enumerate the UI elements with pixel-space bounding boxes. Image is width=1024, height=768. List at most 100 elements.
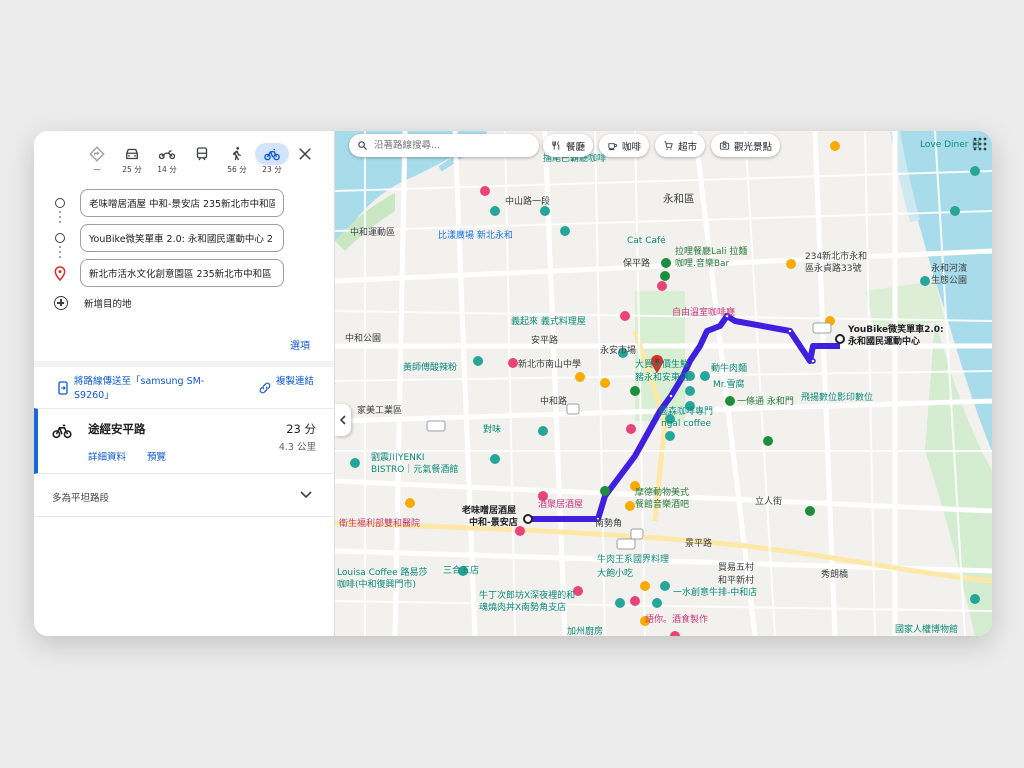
- map-label[interactable]: Cat Café: [627, 236, 666, 247]
- map-canvas[interactable]: 永和區 中和運動區 比漾廣場 新北永和 Cat Café 拉哩餐廳Lali 拉麵…: [335, 131, 992, 636]
- maps-window: — 25 分 14 分 56 分 23 分 老味噌居酒屋 中和-景安店 235新…: [34, 131, 992, 636]
- map-label[interactable]: 豬永和安東店: [635, 373, 689, 384]
- route-search-box[interactable]: [349, 134, 539, 157]
- map-label[interactable]: 大買平價生鮮: [635, 360, 689, 371]
- map-label-district: 永和區: [663, 193, 695, 205]
- map-label: 中和公園: [345, 334, 382, 344]
- map-label: 安平路: [531, 336, 559, 346]
- chip-restaurant[interactable]: 餐廳: [543, 134, 594, 157]
- chip-attractions[interactable]: 觀光景點: [711, 134, 781, 157]
- map-label[interactable]: 摩德動物美式: [635, 488, 689, 499]
- map-label[interactable]: 牛肉王系國界料理: [597, 555, 669, 566]
- map-label[interactable]: 牛丁次郎坊X深夜裡的和: [479, 591, 575, 602]
- map-label[interactable]: 義起來 義式料理屋: [511, 317, 586, 328]
- mode-transit[interactable]: [185, 143, 219, 177]
- map-label[interactable]: 魂燒肉丼X南勢角支店: [479, 603, 566, 614]
- map-label: 234新北市永和: [805, 252, 868, 262]
- map-label[interactable]: BISTRO｜元氣餐酒館: [371, 465, 458, 476]
- chip-coffee[interactable]: 咖啡: [599, 134, 650, 157]
- route-option-card[interactable]: 途經安平路 23 分 4.3 公里 詳細資料 預覽: [34, 408, 334, 474]
- map-label[interactable]: 圓森咖啡專門: [659, 407, 713, 418]
- map-label[interactable]: 咖哩.音樂Bar: [675, 259, 729, 270]
- map-label[interactable]: 語你。酒食製作: [645, 615, 708, 626]
- route-preview-link[interactable]: 預覽: [147, 449, 166, 463]
- copy-link-button[interactable]: 複製連結: [276, 375, 316, 389]
- add-circle-icon: [54, 296, 68, 310]
- map-label[interactable]: Love Diner 自: [920, 140, 980, 151]
- route-distance: 4.3 公里: [278, 442, 316, 453]
- add-destination-button[interactable]: 新增目的地: [50, 296, 132, 310]
- map-label: 保平路: [623, 259, 651, 269]
- waypoint-dot-icon: [55, 233, 65, 243]
- map-label[interactable]: 拉哩餐廳Lali 拉麵: [675, 247, 747, 258]
- map-label: 新北市南山中學: [518, 360, 582, 370]
- chip-grocery[interactable]: 超市: [655, 134, 706, 157]
- restaurant-icon: [552, 140, 560, 150]
- map-label[interactable]: 動牛肉麵: [711, 364, 747, 375]
- map-label[interactable]: 大飽小吃: [597, 569, 633, 580]
- green-markers: [600, 258, 815, 516]
- send-to-device-link[interactable]: 將路線傳送至「samsung SM-S9260」: [74, 375, 214, 403]
- map-label[interactable]: 飛揚數位影印數位: [801, 393, 873, 404]
- mode-car[interactable]: 25 分: [115, 143, 149, 177]
- map-label[interactable]: 三合五店: [443, 566, 479, 577]
- map-label[interactable]: 自由溫室咖啡廳: [672, 308, 735, 319]
- destination-input[interactable]: [80, 259, 284, 287]
- map-label[interactable]: 對味: [483, 425, 501, 436]
- map-label[interactable]: 酒聚居酒屋: [538, 500, 583, 511]
- route-start-label[interactable]: 中和-景安店: [469, 517, 518, 529]
- map-label[interactable]: 咖啡(中和復興門市): [337, 580, 416, 591]
- route-details-link[interactable]: 詳細資料: [88, 449, 126, 463]
- map-label: 和平新村: [718, 576, 755, 586]
- bicycle-icon: [52, 424, 72, 439]
- route-start-marker[interactable]: [523, 514, 533, 524]
- origin-input[interactable]: [80, 189, 284, 217]
- map-label[interactable]: 加州廚房: [567, 627, 603, 636]
- route-note-row[interactable]: 多為平坦路段: [34, 475, 334, 517]
- stop-row-destination: [50, 257, 320, 292]
- waypoint-input[interactable]: [80, 224, 284, 252]
- mode-motorcycle[interactable]: 14 分: [150, 143, 184, 177]
- options-link[interactable]: 選項: [290, 337, 310, 352]
- map-label[interactable]: 一水創意牛排-中和店: [673, 588, 757, 599]
- map-label[interactable]: ngal coffee: [661, 419, 711, 430]
- origin-dot-icon: [55, 198, 65, 208]
- apps-grid-icon[interactable]: [973, 137, 987, 151]
- map-label[interactable]: 比漾廣場 新北永和: [438, 231, 513, 242]
- motorcycle-icon: [158, 150, 176, 160]
- map-label[interactable]: Louisa Coffee 路易莎: [337, 568, 428, 579]
- car-icon: [126, 148, 138, 160]
- map-label[interactable]: 劉震川YENKI: [371, 453, 424, 464]
- map-label: 中山路一段: [505, 197, 551, 207]
- bicycle-icon: [264, 148, 280, 161]
- route-end-label[interactable]: 永和國民運動中心: [848, 336, 920, 348]
- map-label[interactable]: Mr.雪腐: [713, 380, 745, 391]
- route-end-marker[interactable]: [835, 334, 845, 344]
- route-search-input[interactable]: [374, 140, 524, 151]
- stop-row-waypoint: [50, 222, 320, 257]
- route-end-label[interactable]: YouBike微笑單車2.0:: [848, 324, 944, 336]
- map-label: 貿易五村: [718, 563, 755, 573]
- send-route-row: 將路線傳送至「samsung SM-S9260」 複製連結: [34, 371, 334, 407]
- category-chips: 餐廳 咖啡 超市 觀光景點: [543, 134, 786, 157]
- map-label: 永安市場: [600, 346, 637, 356]
- mode-walk[interactable]: 56 分: [220, 143, 254, 177]
- route-duration: 23 分: [286, 422, 316, 436]
- map-label[interactable]: 國家人權博物館: [895, 625, 958, 636]
- map-label[interactable]: 衛生福利部雙和醫院: [339, 519, 420, 530]
- map-label[interactable]: 餐館音樂酒吧: [635, 500, 689, 511]
- route-note: 多為平坦路段: [52, 493, 110, 504]
- mode-best[interactable]: —: [80, 143, 114, 177]
- mode-bicycle[interactable]: 23 分: [255, 143, 289, 177]
- chevron-down-icon: [300, 491, 312, 499]
- map-label[interactable]: 一條通 永和門: [737, 397, 794, 408]
- route-start-label[interactable]: 老味噌居酒屋: [462, 505, 516, 517]
- train-icon: [196, 147, 208, 161]
- collapse-panel-button[interactable]: [335, 404, 351, 436]
- chevron-left-icon: [339, 415, 346, 425]
- close-icon[interactable]: [296, 145, 314, 163]
- map-label[interactable]: 黃師傅酸辣粉: [403, 363, 457, 374]
- coffee-icon: [608, 143, 618, 151]
- map-label: 區永貞路33號: [805, 264, 862, 274]
- map-label: 南勢角: [595, 519, 623, 529]
